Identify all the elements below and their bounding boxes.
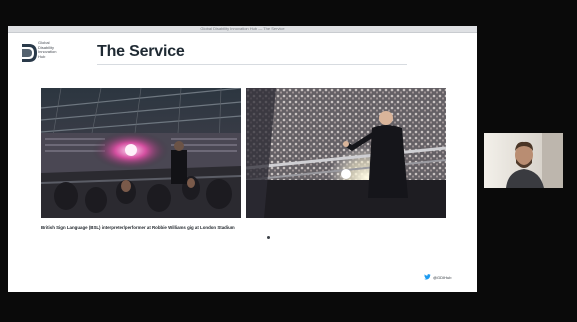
slide-position-marker	[267, 236, 270, 239]
shared-screen: Global Disability Innovation Hub — The S…	[8, 26, 477, 292]
twitter-handle: @GDIHub	[424, 273, 452, 281]
photo-caption: British Sign Language (BSL) interpreter/…	[41, 225, 235, 230]
participant-video	[484, 133, 563, 188]
video-call-window: Global Disability Innovation Hub — The S…	[0, 0, 577, 322]
presentation-toolbar: Global Disability Innovation Hub — The S…	[8, 26, 477, 33]
participant-video-tile[interactable]	[484, 133, 563, 188]
stadium-audience-photo	[41, 88, 241, 218]
twitter-handle-text: @GDIHub	[433, 274, 452, 280]
title-divider	[97, 64, 407, 65]
gdi-hub-logo-icon	[22, 44, 37, 62]
bsl-interpreter-photo	[246, 88, 446, 218]
window-title: Global Disability Innovation Hub — The S…	[200, 26, 285, 31]
logo-text: Global Disability Innovation Hub	[38, 40, 57, 59]
slide-title: The Service	[97, 43, 185, 60]
gdi-hub-logo: Global Disability Innovation Hub	[20, 40, 60, 66]
twitter-bird-icon	[424, 274, 431, 280]
